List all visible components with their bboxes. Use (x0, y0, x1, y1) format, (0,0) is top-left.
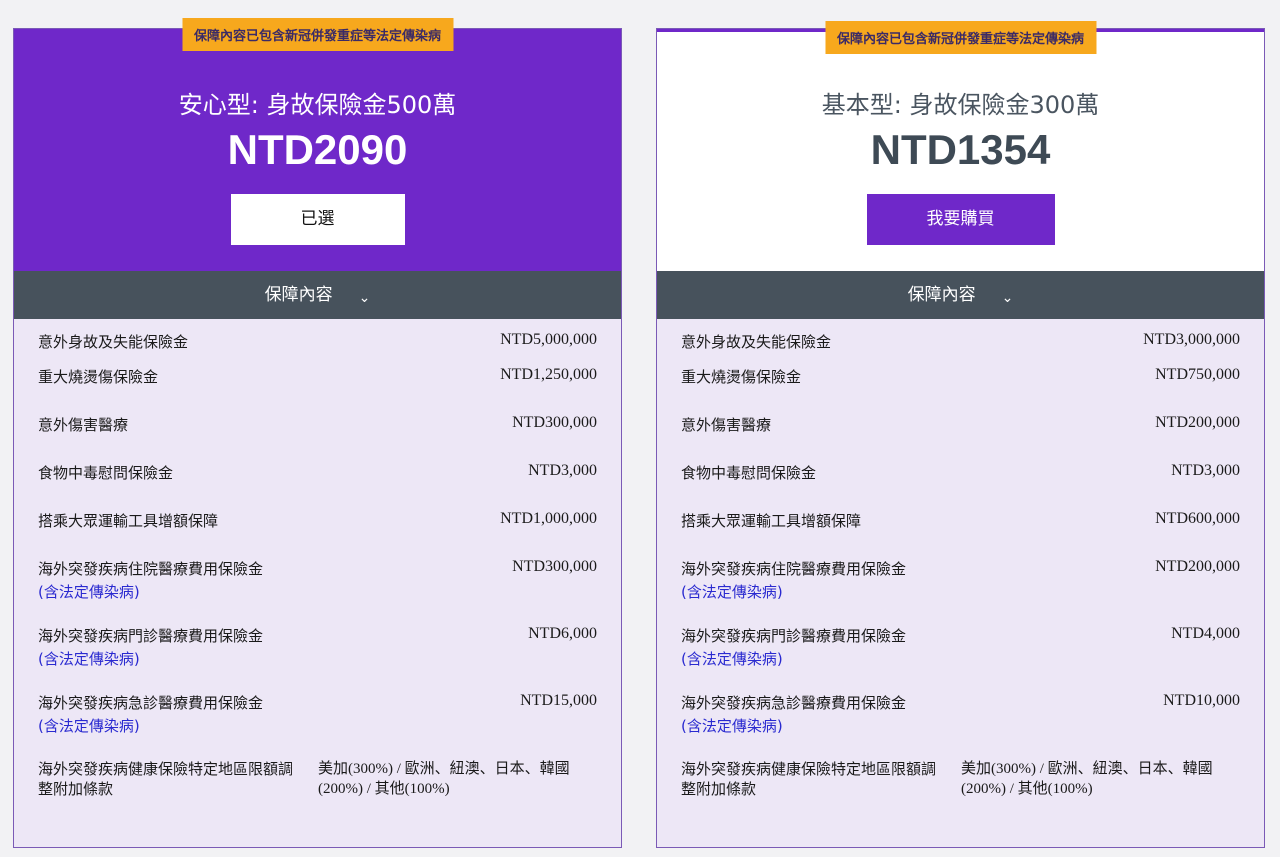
list-item: 海外突發疾病門診醫療費用保險金 (含法定傳染病) NTD6,000 (38, 625, 597, 669)
list-item: 海外突發疾病住院醫療費用保險金 (含法定傳染病) NTD200,000 (681, 558, 1240, 602)
chevron-down-icon: ⌄ (358, 290, 371, 306)
plan-card-basic: 保障內容已包含新冠併發重症等法定傳染病 基本型: 身故保險金300萬 NTD13… (656, 21, 1265, 848)
coverage-label: 保障內容 (907, 285, 976, 305)
note-link[interactable]: (含法定傳染病) (38, 581, 512, 602)
note-link[interactable]: (含法定傳染病) (38, 648, 528, 669)
list-item: 食物中毒慰問保險金 NTD3,000 (38, 462, 597, 482)
list-item: 海外突發疾病門診醫療費用保險金 (含法定傳染病) NTD4,000 (681, 625, 1240, 669)
coverage-toggle[interactable]: 保障內容 ⌄ (14, 271, 621, 319)
chevron-down-icon: ⌄ (1001, 290, 1014, 306)
list-item: 海外突發疾病急診醫療費用保險金 (含法定傳染病) NTD15,000 (38, 692, 597, 736)
list-item: 重大燒燙傷保險金 NTD750,000 (681, 366, 1240, 386)
list-item: 海外突發疾病健康保險特定地區限額調 整附加條款 美加(300%) / 歐洲、紐澳、… (681, 760, 1213, 798)
list-item: 意外傷害醫療 NTD200,000 (681, 414, 1240, 434)
plan-card-header: 保障內容已包含新冠併發重症等法定傳染病 安心型: 身故保險金500萬 NTD20… (14, 18, 621, 271)
coverage-label: 保障內容 (264, 285, 333, 305)
list-item: 搭乘大眾運輸工具增額保障 NTD1,000,000 (38, 510, 597, 530)
covid-coverage-badge: 保障內容已包含新冠併發重症等法定傳染病 (824, 21, 1097, 54)
note-link[interactable]: (含法定傳染病) (38, 715, 520, 736)
buy-button[interactable]: 我要購買 (866, 194, 1055, 245)
list-item: 海外突發疾病健康保險特定地區限額調 整附加條款 美加(300%) / 歐洲、紐澳、… (38, 760, 570, 798)
list-item: 意外身故及失能保險金 NTD3,000,000 (681, 331, 1240, 351)
coverage-list: 意外身故及失能保險金 NTD5,000,000 重大燒燙傷保險金 NTD1,25… (14, 319, 621, 799)
note-link[interactable]: (含法定傳染病) (681, 715, 1163, 736)
list-item: 海外突發疾病急診醫療費用保險金 (含法定傳染病) NTD10,000 (681, 692, 1240, 736)
list-item: 意外傷害醫療 NTD300,000 (38, 414, 597, 434)
list-item: 海外突發疾病住院醫療費用保險金 (含法定傳染病) NTD300,000 (38, 558, 597, 602)
selected-button[interactable]: 已選 (230, 194, 405, 245)
list-item: 重大燒燙傷保險金 NTD1,250,000 (38, 366, 597, 386)
coverage-list: 意外身故及失能保險金 NTD3,000,000 重大燒燙傷保險金 NTD750,… (657, 319, 1264, 799)
plan-price: NTD1354 (870, 126, 1051, 173)
note-link[interactable]: (含法定傳染病) (681, 648, 1171, 669)
list-item: 食物中毒慰問保險金 NTD3,000 (681, 462, 1240, 482)
plan-card-anxin: 保障內容已包含新冠併發重症等法定傳染病 安心型: 身故保險金500萬 NTD20… (13, 18, 622, 848)
plan-card-header: 保障內容已包含新冠併發重症等法定傳染病 基本型: 身故保險金300萬 NTD13… (657, 21, 1264, 271)
list-item: 搭乘大眾運輸工具增額保障 NTD600,000 (681, 510, 1240, 530)
coverage-toggle[interactable]: 保障內容 ⌄ (657, 271, 1264, 319)
note-link[interactable]: (含法定傳染病) (681, 581, 1155, 602)
list-item: 意外身故及失能保險金 NTD5,000,000 (38, 331, 597, 351)
covid-coverage-badge: 保障內容已包含新冠併發重症等法定傳染病 (181, 18, 454, 51)
plan-price: NTD2090 (227, 126, 408, 173)
